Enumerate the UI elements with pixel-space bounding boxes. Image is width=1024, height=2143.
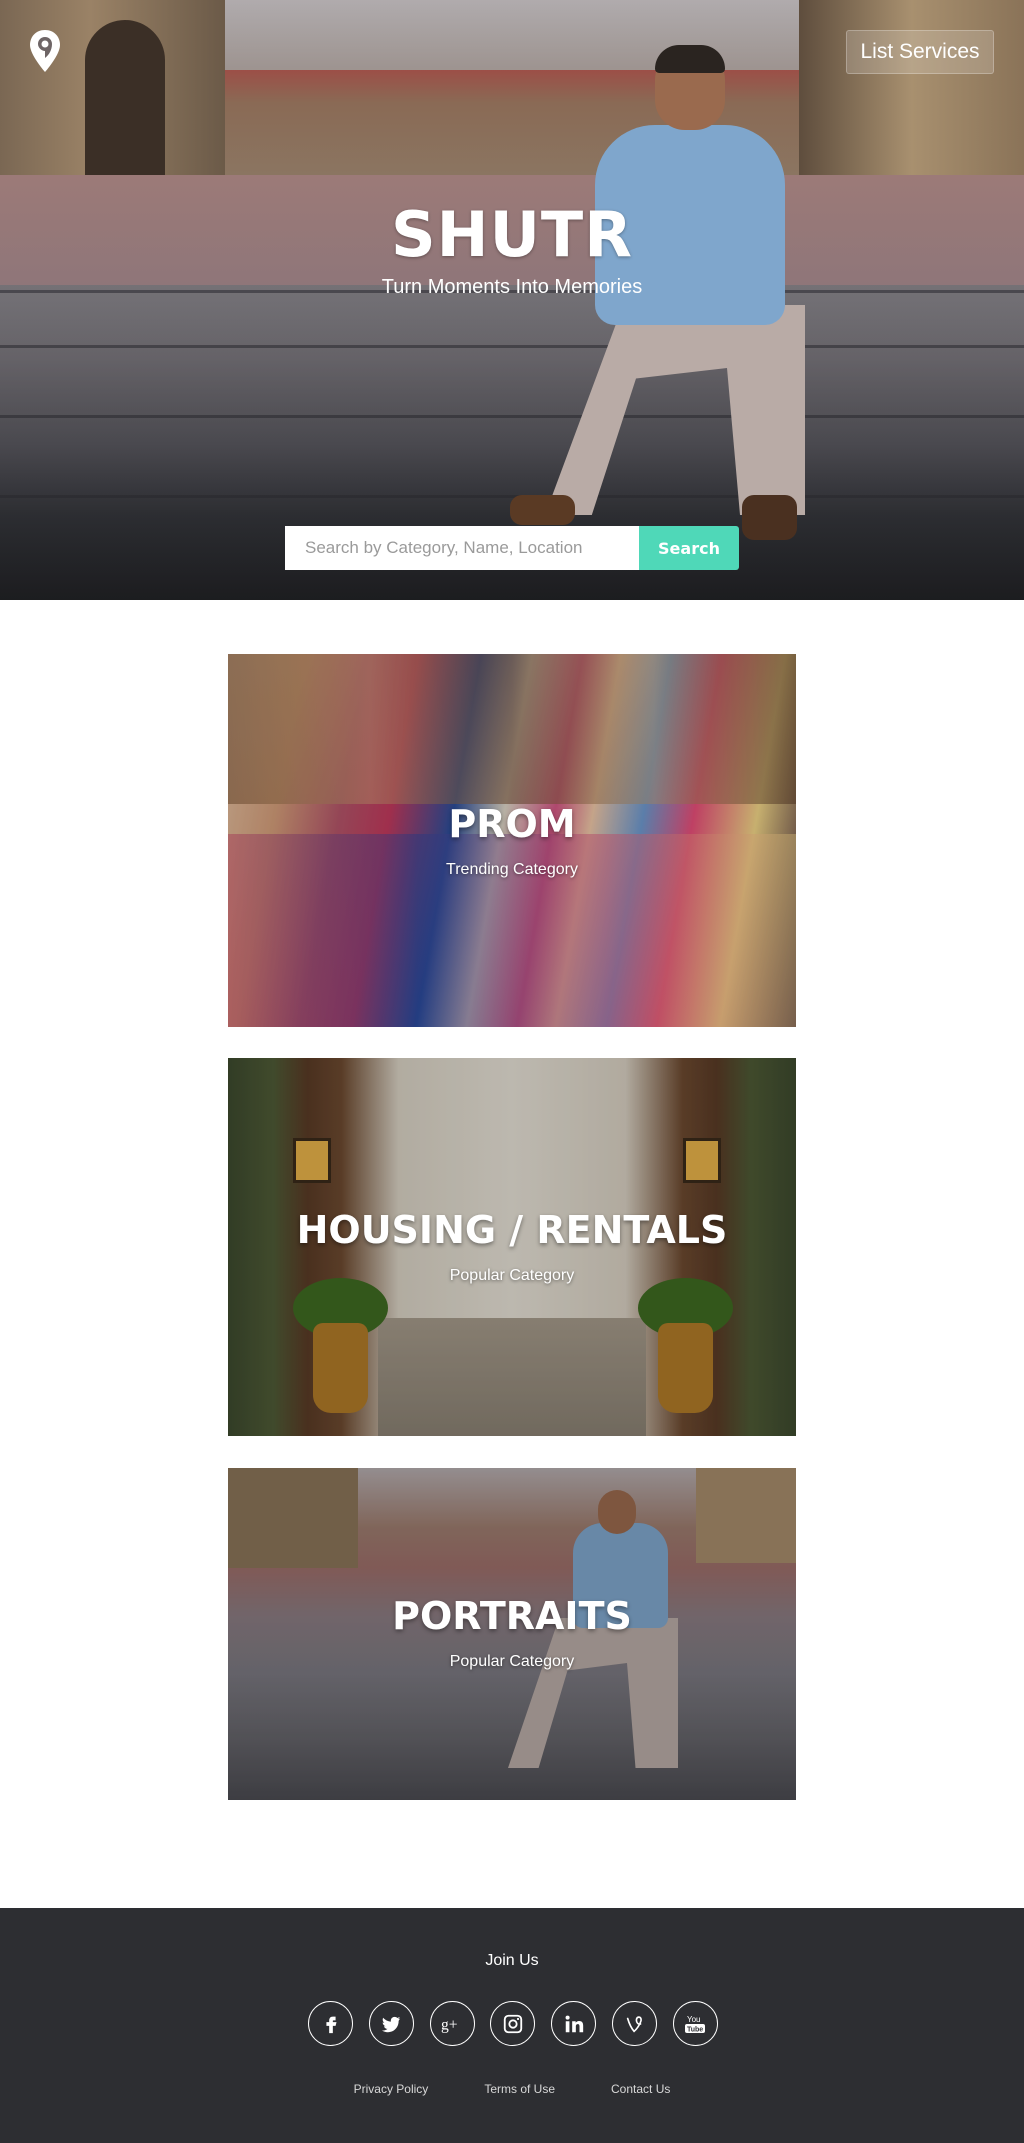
category-card-portraits[interactable]: PORTRAITS Popular Category [228, 1468, 796, 1800]
category-title: HOUSING / RENTALS [296, 1208, 728, 1252]
footer: Join Us g+ You Tube Privacy Policy Terms … [0, 1908, 1024, 2143]
category-subtitle: Trending Category [446, 861, 578, 878]
category-card-prom[interactable]: PROM Trending Category [228, 654, 796, 1027]
svg-text:g+: g+ [441, 2016, 458, 2033]
google-plus-icon[interactable]: g+ [429, 2001, 475, 2046]
social-links: g+ You Tube [308, 2001, 718, 2047]
svg-text:You: You [687, 2015, 701, 2024]
contact-us-link[interactable]: Contact Us [611, 2082, 670, 2096]
youtube-icon[interactable]: You Tube [672, 2001, 718, 2046]
instagram-icon[interactable] [490, 2001, 536, 2046]
svg-text:Tube: Tube [687, 2026, 703, 2033]
linkedin-icon[interactable] [551, 2001, 597, 2046]
hero-section: List Services SHUTR Turn Moments Into Me… [0, 0, 1024, 600]
footer-links: Privacy Policy Terms of Use Contact Us [0, 2082, 1024, 2096]
category-card-housing-rentals[interactable]: HOUSING / RENTALS Popular Category [228, 1058, 796, 1436]
twitter-icon[interactable] [368, 2001, 414, 2046]
hero-title: SHUTR [391, 198, 633, 271]
list-services-button[interactable]: List Services [846, 30, 994, 74]
category-title: PORTRAITS [392, 1594, 632, 1638]
join-us-label: Join Us [485, 1952, 539, 1969]
shutr-logo-icon[interactable] [28, 28, 62, 74]
search-input[interactable] [285, 526, 640, 570]
category-subtitle: Popular Category [449, 1267, 575, 1284]
terms-of-use-link[interactable]: Terms of Use [484, 2082, 555, 2096]
hero-subtitle: Turn Moments Into Memories [381, 276, 643, 298]
privacy-policy-link[interactable]: Privacy Policy [354, 2082, 429, 2096]
category-subtitle: Popular Category [449, 1653, 575, 1670]
vine-icon[interactable] [612, 2001, 658, 2046]
facebook-icon[interactable] [308, 2001, 353, 2046]
search-button[interactable]: Search [639, 526, 739, 570]
category-title: PROM [448, 802, 576, 846]
hero-background-arch-right [799, 0, 1024, 175]
